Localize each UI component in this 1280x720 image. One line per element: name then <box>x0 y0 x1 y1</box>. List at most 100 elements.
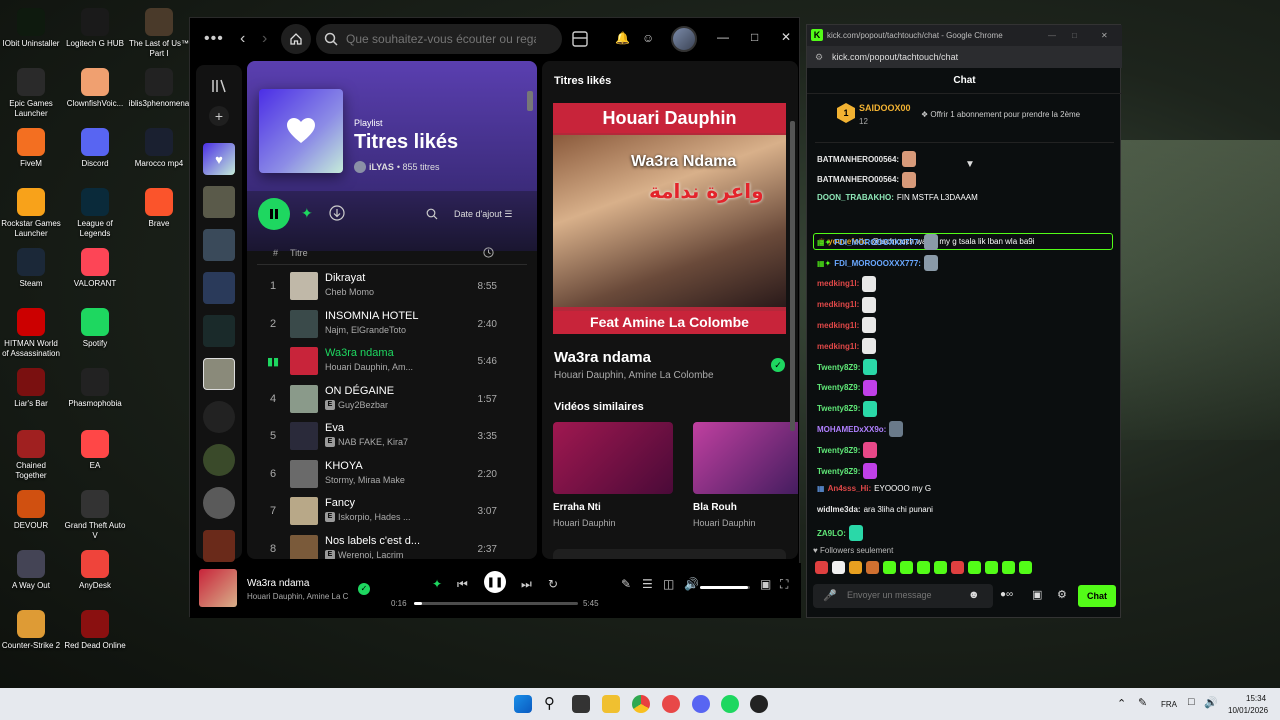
track-title[interactable]: ON DÉGAINE <box>325 385 394 397</box>
gift-sub-icon[interactable]: ●∞ <box>1000 589 1013 600</box>
volume-slider[interactable] <box>700 586 750 589</box>
liked-check-icon[interactable]: ✓ <box>771 358 785 372</box>
close-icon[interactable]: ✕ <box>1101 25 1108 46</box>
bell-icon[interactable]: 🔔 <box>615 31 630 45</box>
search-input[interactable] <box>346 32 536 46</box>
liked-check-icon[interactable]: ✓ <box>358 583 370 595</box>
chat-username[interactable]: medking1l: <box>817 342 859 351</box>
emote[interactable] <box>866 561 879 574</box>
spotify-icon[interactable] <box>721 695 739 713</box>
minimize-icon[interactable]: — <box>717 30 729 44</box>
pause-button[interactable] <box>258 198 290 230</box>
friends-icon[interactable]: ☺ <box>642 31 654 45</box>
chat-username[interactable]: BATMANHERO00564: <box>817 155 899 164</box>
emote[interactable] <box>849 561 862 574</box>
settings-icon[interactable]: ⚙ <box>1057 588 1067 601</box>
pinned-gift[interactable]: 1 SAIDOOX00 12 ❖ Offrir 1 abonnement pou… <box>815 99 1114 170</box>
emote[interactable] <box>863 379 878 396</box>
track-artist-name[interactable]: NAB FAKE, Kira7 <box>338 437 408 447</box>
repeat-icon[interactable]: ↻ <box>548 577 558 591</box>
now-playing-source[interactable]: Titres likés <box>554 75 611 87</box>
steam-icon[interactable] <box>750 695 768 713</box>
emote[interactable] <box>923 255 938 271</box>
track-row[interactable]: ▮▮ Wa3ra ndama Houari Dauphin, Am... 5:46 <box>257 344 527 380</box>
chat-username[interactable]: Twenty8Z9: <box>817 363 860 372</box>
close-icon[interactable]: ✕ <box>781 30 791 44</box>
user-avatar[interactable] <box>671 26 697 52</box>
chat-username[interactable]: Twenty8Z9: <box>817 446 860 455</box>
desktop-icon[interactable]: Counter-Strike 2 <box>0 610 62 651</box>
previous-icon[interactable]: ⏮ <box>457 577 468 592</box>
sidebar-item-liked[interactable]: ♥ <box>203 143 235 175</box>
track-artist-name[interactable]: Stormy, Miraa Make <box>325 475 405 485</box>
emote[interactable] <box>923 234 938 251</box>
smart-shuffle-icon[interactable]: ✦ <box>301 205 313 222</box>
sidebar-item[interactable] <box>203 444 235 476</box>
track-row[interactable]: 1 Dikrayat Cheb Momo 8:55 <box>257 269 527 305</box>
emote[interactable] <box>862 296 877 313</box>
track-artist-name[interactable]: Najm, ElGrandeToto <box>325 325 406 335</box>
chat-username[interactable]: Twenty8Z9: <box>817 404 860 413</box>
sidebar-item[interactable] <box>203 315 235 347</box>
desktop-icon[interactable]: HITMAN World of Assassination <box>0 308 62 359</box>
message-input[interactable] <box>847 590 947 600</box>
play-pause-button[interactable]: ❚❚ <box>484 571 506 593</box>
chat-username[interactable]: FDI_MOROOOXXX777: <box>834 238 921 247</box>
video-card[interactable]: Bla Rouh Houari Dauphin <box>693 422 798 528</box>
owner-name[interactable]: iLYAS <box>369 162 394 172</box>
url-text[interactable]: kick.com/popout/tachtouch/chat <box>832 52 958 62</box>
emote[interactable] <box>985 561 998 574</box>
send-chat-button[interactable]: Chat <box>1078 585 1116 607</box>
emote[interactable] <box>1019 561 1032 574</box>
discord-icon[interactable] <box>692 695 710 713</box>
sidebar-item[interactable] <box>203 358 235 390</box>
desktop-icon[interactable]: Spotify <box>64 308 126 349</box>
emote[interactable] <box>863 400 878 417</box>
sidebar-item[interactable] <box>203 186 235 218</box>
column-title[interactable]: Titre <box>290 248 308 258</box>
desktop-icon[interactable]: Discord <box>64 128 126 169</box>
track-artist-name[interactable]: Werenoi, Lacrim <box>338 550 403 560</box>
desktop-icon[interactable]: Liar's Bar <box>0 368 62 409</box>
search-box[interactable] <box>316 24 562 54</box>
emote[interactable] <box>862 317 877 334</box>
chat-username[interactable]: Twenty8Z9: <box>817 383 860 392</box>
chat-username[interactable]: DOON_TRABAKHO: <box>817 193 894 202</box>
minimize-icon[interactable]: — <box>1048 25 1056 46</box>
home-button[interactable] <box>281 24 311 54</box>
desktop-icon[interactable]: Steam <box>0 248 62 289</box>
sidebar-item[interactable] <box>203 487 235 519</box>
sidebar-item[interactable] <box>203 229 235 261</box>
sort-dropdown[interactable]: Date d'ajout ☰ <box>454 209 512 220</box>
desktop-icon[interactable]: Epic Games Launcher <box>0 68 62 119</box>
search-icon[interactable]: ⚲ <box>544 694 555 712</box>
emote[interactable] <box>832 561 845 574</box>
desktop-icon[interactable]: Phasmophobia <box>64 368 126 409</box>
store-icon[interactable]: ▣ <box>1032 588 1042 601</box>
emote[interactable] <box>889 421 904 438</box>
emote[interactable] <box>862 338 877 355</box>
queue-icon[interactable]: ☰ <box>642 577 653 591</box>
desktop-icon[interactable]: Red Dead Online <box>64 610 126 651</box>
app-icon[interactable] <box>662 695 680 713</box>
back-icon[interactable]: ‹ <box>240 30 245 48</box>
desktop-icon[interactable]: EA <box>64 430 126 471</box>
emote[interactable] <box>863 442 878 459</box>
emote[interactable] <box>863 359 878 375</box>
shuffle-icon[interactable]: ✦ <box>432 577 442 591</box>
emote[interactable] <box>863 463 878 479</box>
fullscreen-icon[interactable]: ⛶ <box>780 577 788 592</box>
chat-username[interactable]: widlme3da: <box>817 505 861 514</box>
volume-icon[interactable]: 🔊 <box>684 577 699 591</box>
chat-username[interactable]: FDI_MOROOOXXX777: <box>834 259 921 268</box>
track-row[interactable]: 6 KHOYA Stormy, Miraa Make 2:20 <box>257 457 527 493</box>
emote[interactable] <box>900 561 913 574</box>
track-row[interactable]: 8 Nos labels c'est d... E Werenoi, Lacrim 2:… <box>257 532 527 560</box>
desktop-icon[interactable]: iblis3phenomena <box>128 68 190 109</box>
now-playing-artist[interactable]: Houari Dauphin, Amine La Colombe <box>554 370 714 381</box>
clock-time[interactable]: 15:34 <box>1246 694 1266 703</box>
emote[interactable] <box>815 561 828 574</box>
chrome-icon[interactable] <box>632 695 650 713</box>
track-row[interactable]: 4 ON DÉGAINE E Guy2Bezbar 1:57 <box>257 382 527 418</box>
task-view-icon[interactable] <box>572 695 590 713</box>
